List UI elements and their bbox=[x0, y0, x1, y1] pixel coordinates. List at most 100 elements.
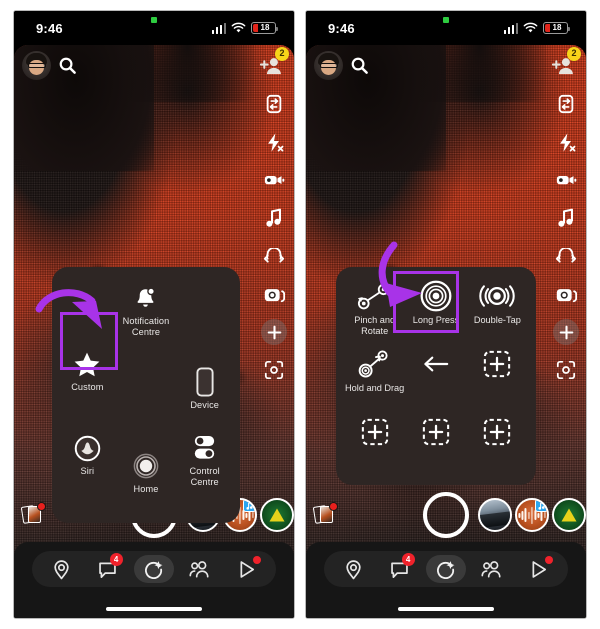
star-icon bbox=[73, 349, 101, 379]
add-lens-icon[interactable] bbox=[553, 319, 579, 345]
menu-item-label: Home bbox=[133, 484, 159, 494]
nav-camera[interactable] bbox=[133, 555, 174, 583]
left-phone-screenshot: 9:46 18 2 Notification Centre Custom Dev… bbox=[13, 10, 295, 619]
camera-tool-rail bbox=[261, 91, 287, 383]
shutter-button[interactable] bbox=[423, 492, 469, 538]
bitmoji-avatar[interactable] bbox=[22, 51, 51, 80]
video-timer-icon[interactable] bbox=[553, 167, 579, 193]
menu-item-label: Custom bbox=[71, 382, 104, 392]
add-friend-badge: 2 bbox=[275, 46, 289, 61]
memories-badge bbox=[37, 502, 46, 511]
menu-item-control-centre[interactable]: Control Centre bbox=[175, 431, 234, 511]
video-timer-icon[interactable] bbox=[261, 167, 287, 193]
flip-camera-icon[interactable] bbox=[261, 91, 287, 117]
add-friend-icon[interactable]: 2 bbox=[258, 46, 289, 78]
nav-chat-badge: 4 bbox=[401, 553, 415, 566]
wifi-icon bbox=[231, 22, 246, 33]
add-lens-icon[interactable] bbox=[261, 319, 287, 345]
map-pin-icon bbox=[346, 559, 361, 579]
multi-snap-icon[interactable] bbox=[261, 281, 287, 307]
camera-carousel bbox=[306, 488, 586, 542]
story-thumbnail-green[interactable] bbox=[260, 498, 294, 532]
loop-arrows-icon[interactable] bbox=[261, 243, 287, 269]
gesture-slot-placeholder[interactable] bbox=[467, 347, 528, 405]
back-arrow-icon bbox=[422, 347, 450, 381]
hold-drag-icon bbox=[357, 347, 393, 381]
music-note-icon[interactable] bbox=[261, 205, 287, 231]
add-placeholder-icon bbox=[483, 415, 511, 449]
add-placeholder-icon bbox=[361, 415, 389, 449]
home-indicator bbox=[398, 607, 494, 611]
bottom-navigation: 4 bbox=[14, 542, 294, 618]
nav-map[interactable] bbox=[333, 555, 373, 583]
status-bar: 9:46 18 bbox=[14, 11, 294, 45]
gesture-item-long-press[interactable]: Long Press bbox=[405, 279, 466, 337]
flip-camera-icon[interactable] bbox=[553, 91, 579, 117]
nav-spotlight-dot bbox=[252, 556, 261, 564]
multi-snap-icon[interactable] bbox=[553, 281, 579, 307]
scan-icon[interactable] bbox=[553, 357, 579, 383]
gesture-item-label: Long Press bbox=[412, 315, 460, 325]
long-press-bullseye-icon bbox=[420, 279, 452, 313]
loop-arrows-icon[interactable] bbox=[553, 243, 579, 269]
nav-chat-badge: 4 bbox=[109, 553, 123, 566]
menu-item-label: Control Centre bbox=[189, 466, 220, 487]
menu-item-label: Notification Centre bbox=[122, 316, 170, 337]
gesture-item-double-tap[interactable]: Double-Tap bbox=[467, 279, 528, 337]
double-tap-icon bbox=[479, 279, 515, 313]
menu-item-device[interactable]: Device bbox=[175, 365, 234, 427]
search-icon[interactable] bbox=[350, 56, 369, 75]
music-note-badge bbox=[535, 500, 547, 512]
nav-friends[interactable] bbox=[180, 555, 220, 583]
scan-icon[interactable] bbox=[261, 357, 287, 383]
gesture-item-hold-and-drag[interactable]: Hold and Drag bbox=[344, 347, 405, 405]
add-friend-icon[interactable]: 2 bbox=[550, 46, 581, 78]
bitmoji-avatar[interactable] bbox=[314, 51, 343, 80]
memories-cards-icon[interactable] bbox=[312, 502, 338, 527]
gesture-item-pinch-and-rotate[interactable]: Pinch and Rotate bbox=[344, 279, 405, 337]
nav-map[interactable] bbox=[41, 555, 81, 583]
wifi-icon bbox=[523, 22, 538, 33]
flash-off-icon[interactable] bbox=[553, 129, 579, 155]
add-placeholder-icon bbox=[422, 415, 450, 449]
friends-icon bbox=[481, 561, 501, 578]
device-phone-icon bbox=[196, 367, 214, 397]
camera-tool-rail bbox=[553, 91, 579, 383]
nav-spotlight[interactable] bbox=[519, 555, 559, 583]
gesture-item-label: Hold and Drag bbox=[345, 383, 405, 393]
camera-sparkle-icon bbox=[145, 560, 163, 579]
nav-chat[interactable]: 4 bbox=[88, 553, 128, 583]
flash-off-icon[interactable] bbox=[261, 129, 287, 155]
music-note-icon[interactable] bbox=[553, 205, 579, 231]
gesture-slot-placeholder[interactable] bbox=[405, 415, 466, 473]
memories-cards-icon[interactable] bbox=[20, 502, 46, 527]
story-thumbnail-audio[interactable] bbox=[515, 498, 549, 532]
nav-spotlight[interactable] bbox=[227, 555, 267, 583]
music-note-badge bbox=[243, 500, 255, 512]
gesture-slot-placeholder[interactable] bbox=[467, 415, 528, 473]
nav-camera[interactable] bbox=[425, 555, 466, 583]
camera-top-bar: 2 bbox=[306, 46, 586, 80]
story-thumbnail-green[interactable] bbox=[552, 498, 586, 532]
nav-chat[interactable]: 4 bbox=[380, 553, 420, 583]
battery-percent: 18 bbox=[260, 23, 270, 32]
camera-top-bar: 2 bbox=[14, 46, 294, 80]
menu-item-custom[interactable]: Custom bbox=[58, 347, 117, 427]
bottom-navigation: 4 bbox=[306, 542, 586, 618]
menu-item-label: Siri bbox=[80, 466, 95, 476]
gesture-slot-placeholder[interactable] bbox=[344, 415, 405, 473]
map-pin-icon bbox=[54, 559, 69, 579]
menu-slot-empty-3 bbox=[117, 347, 176, 427]
cellular-signal-icon bbox=[211, 22, 226, 34]
menu-item-home[interactable]: Home bbox=[117, 449, 176, 511]
menu-item-label: Device bbox=[190, 400, 219, 410]
menu-item-siri[interactable]: Siri bbox=[58, 431, 117, 511]
control-centre-toggles-icon bbox=[190, 433, 219, 463]
search-icon[interactable] bbox=[58, 56, 77, 75]
camera-viewfinder: 2 bbox=[306, 45, 586, 618]
story-thumbnail-dashcam[interactable] bbox=[478, 498, 512, 532]
menu-slot-empty-2 bbox=[175, 281, 234, 343]
gesture-item-back[interactable] bbox=[405, 347, 466, 405]
menu-item-notification-centre[interactable]: Notification Centre bbox=[117, 281, 176, 343]
nav-friends[interactable] bbox=[472, 555, 512, 583]
